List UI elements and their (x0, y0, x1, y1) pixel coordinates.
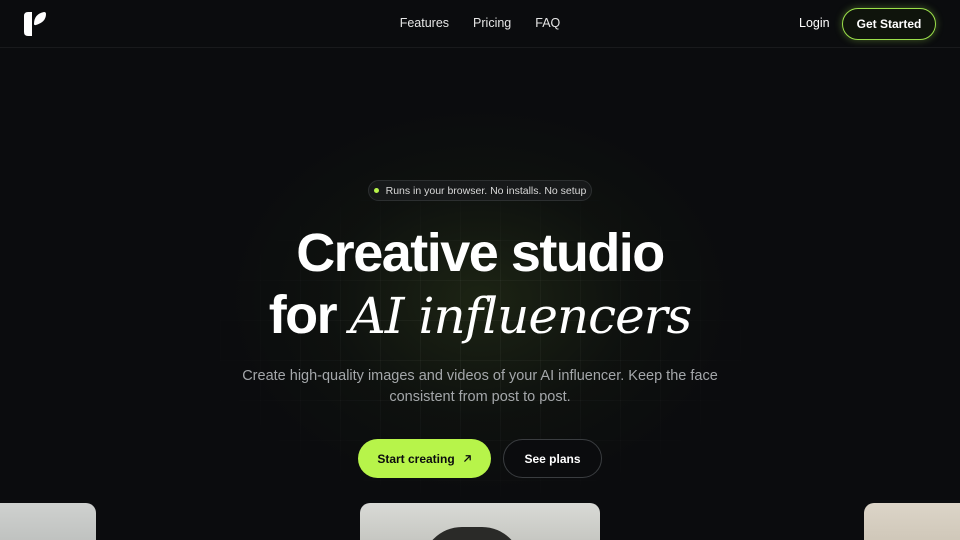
preview-card-center (360, 503, 600, 540)
nav-link-features[interactable]: Features (400, 16, 449, 30)
nav-link-faq[interactable]: FAQ (535, 16, 560, 30)
arrow-up-right-icon (463, 455, 471, 462)
nav-link-pricing[interactable]: Pricing (473, 16, 511, 30)
status-dot-icon (373, 188, 379, 193)
feature-badge: Runs in your browser. No installs. No se… (368, 180, 592, 201)
landing-page: Features Pricing FAQ Login Get Started R… (0, 0, 960, 540)
feature-badge-text: Runs in your browser. No installs. No se… (385, 184, 587, 197)
hero-subtitle: Create high-quality images and videos of… (242, 368, 718, 405)
preview-card-right (864, 503, 960, 540)
hero-title-italic: AI influencers (349, 287, 693, 345)
see-plans-button[interactable]: See plans (503, 439, 602, 478)
hero-title-line1: Creative studio (296, 223, 665, 283)
see-plans-label: See plans (524, 451, 581, 466)
login-link[interactable]: Login (799, 16, 830, 30)
start-creating-button[interactable]: Start creating (358, 439, 491, 478)
top-nav: Features Pricing FAQ Login Get Started (0, 0, 960, 48)
hero-title-line2: for AI influencers (0, 284, 960, 346)
get-started-button[interactable]: Get Started (842, 8, 936, 40)
hero-title-for: for (268, 285, 338, 345)
preview-person-image (422, 527, 522, 540)
preview-card-left (0, 503, 96, 540)
get-started-label: Get Started (856, 17, 922, 31)
start-creating-label: Start creating (377, 451, 455, 466)
